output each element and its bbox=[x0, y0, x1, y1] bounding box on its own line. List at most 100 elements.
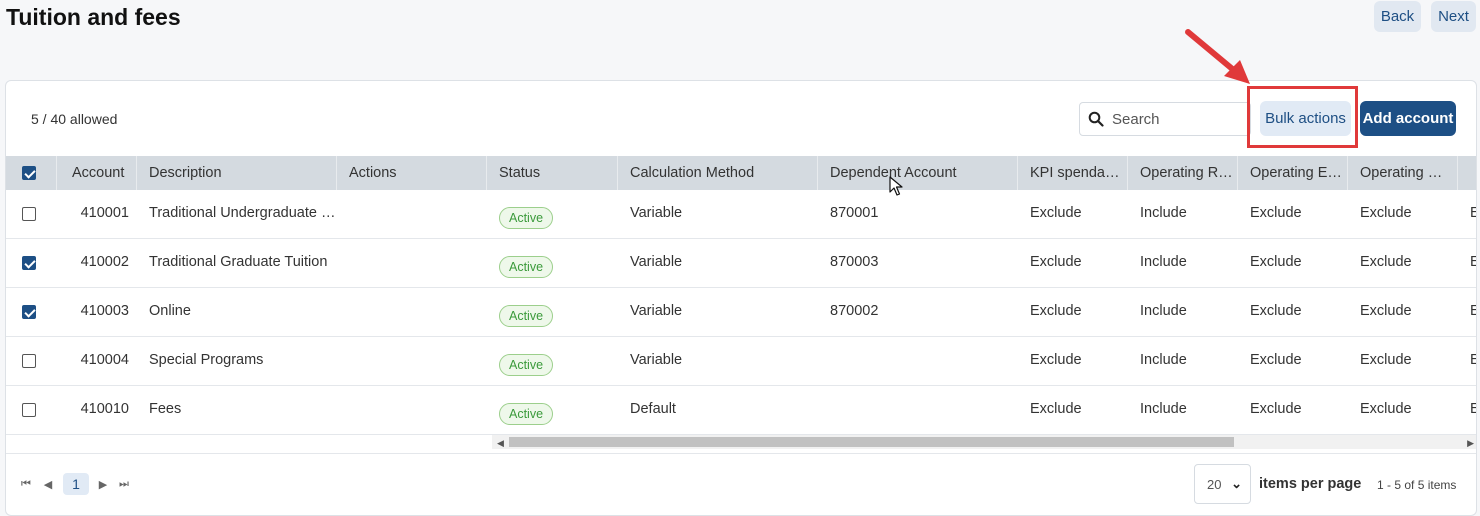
table-row[interactable]: 410002 Traditional Graduate Tuition Active… bbox=[6, 239, 1476, 288]
cell-operating-r: Include bbox=[1140, 254, 1187, 270]
row-checkbox[interactable] bbox=[6, 190, 57, 238]
column-header-operating-3[interactable]: Operating … bbox=[1348, 156, 1458, 190]
row-select-checkbox[interactable] bbox=[22, 403, 36, 417]
select-all-checkbox[interactable] bbox=[22, 166, 36, 180]
cell-operating-r: Include bbox=[1140, 205, 1187, 221]
cell-operating-3: Exclude bbox=[1360, 303, 1412, 319]
current-page-button[interactable]: 1 bbox=[63, 473, 89, 495]
search-icon bbox=[1088, 111, 1104, 127]
row-checkbox[interactable] bbox=[6, 386, 57, 434]
column-header-operating-e[interactable]: Operating E… bbox=[1238, 156, 1348, 190]
cell-actions bbox=[337, 288, 487, 336]
first-page-icon[interactable]: ⏮ bbox=[20, 473, 32, 495]
cell-calculation-method: Variable bbox=[630, 254, 683, 270]
scroll-left-icon[interactable]: ◀ bbox=[497, 438, 504, 449]
search-box[interactable] bbox=[1079, 102, 1251, 136]
cell-extra: E bbox=[1458, 337, 1476, 385]
cell-extra: E bbox=[1458, 239, 1476, 287]
add-account-button[interactable]: Add account bbox=[1360, 101, 1456, 136]
cell-account: 410010 bbox=[80, 401, 129, 417]
column-header-extra[interactable] bbox=[1458, 156, 1476, 190]
accounts-table: Account Description Actions Status Calcu… bbox=[6, 156, 1476, 435]
row-select-checkbox[interactable] bbox=[22, 207, 36, 221]
table-row[interactable]: 410001 Traditional Undergraduate … Active V… bbox=[6, 190, 1476, 239]
column-header-status[interactable]: Status bbox=[487, 156, 618, 190]
cell-description: Fees bbox=[149, 401, 182, 417]
cell-operating-r: Include bbox=[1140, 401, 1187, 417]
cell-kpi: Exclude bbox=[1030, 401, 1082, 417]
cell-calculation-method: Default bbox=[630, 401, 676, 417]
items-range-label: 1 - 5 of 5 items bbox=[1377, 478, 1457, 492]
cell-status: Active bbox=[487, 337, 618, 385]
page-size-select[interactable]: 20 ⌄ bbox=[1194, 464, 1251, 504]
cell-actions bbox=[337, 190, 487, 238]
scrollbar-thumb[interactable] bbox=[509, 437, 1234, 447]
row-select-checkbox[interactable] bbox=[22, 354, 36, 368]
status-badge: Active bbox=[499, 256, 554, 278]
cell-status: Active bbox=[487, 239, 618, 287]
cell-status: Active bbox=[487, 386, 618, 434]
column-header-account[interactable]: Account bbox=[57, 156, 137, 190]
cell-dependent-account: 870001 bbox=[830, 205, 879, 221]
row-select-checkbox[interactable] bbox=[22, 305, 36, 319]
column-header-kpi[interactable]: KPI spenda… bbox=[1018, 156, 1128, 190]
cell-actions bbox=[337, 239, 487, 287]
cell-kpi: Exclude bbox=[1030, 303, 1082, 319]
cell-account: 410004 bbox=[80, 352, 129, 368]
next-button[interactable]: Next bbox=[1431, 1, 1476, 32]
cell-account: 410002 bbox=[80, 254, 129, 270]
cell-operating-e: Exclude bbox=[1250, 303, 1302, 319]
column-header-description[interactable]: Description bbox=[137, 156, 337, 190]
column-header-actions[interactable]: Actions bbox=[337, 156, 487, 190]
mouse-cursor-icon bbox=[889, 176, 903, 196]
row-checkbox[interactable] bbox=[6, 337, 57, 385]
cell-operating-r: Include bbox=[1140, 303, 1187, 319]
cell-dependent-account: 870002 bbox=[830, 303, 879, 319]
row-checkbox[interactable] bbox=[6, 288, 57, 336]
items-per-page-label: items per page bbox=[1259, 476, 1362, 492]
cell-operating-r: Include bbox=[1140, 352, 1187, 368]
cell-calculation-method: Variable bbox=[630, 205, 683, 221]
cell-kpi: Exclude bbox=[1030, 352, 1082, 368]
cell-dependent-account bbox=[818, 337, 1018, 385]
cell-extra: E bbox=[1458, 190, 1476, 238]
back-button[interactable]: Back bbox=[1374, 1, 1421, 32]
accounts-card: 5 / 40 allowed Bulk actions Add account … bbox=[5, 80, 1477, 516]
cell-operating-3: Exclude bbox=[1360, 254, 1412, 270]
status-badge: Active bbox=[499, 354, 554, 376]
next-page-icon[interactable]: ▶ bbox=[97, 473, 109, 495]
cell-operating-3: Exclude bbox=[1360, 352, 1412, 368]
header-select-all[interactable] bbox=[6, 156, 57, 190]
status-badge: Active bbox=[499, 403, 554, 425]
cell-actions bbox=[337, 386, 487, 434]
cell-operating-3: Exclude bbox=[1360, 401, 1412, 417]
cell-account: 410001 bbox=[80, 205, 129, 221]
page-title: Tuition and fees bbox=[6, 4, 181, 30]
row-select-checkbox[interactable] bbox=[22, 256, 36, 270]
column-header-dependent-account[interactable]: Dependent Account bbox=[818, 156, 1018, 190]
row-checkbox[interactable] bbox=[6, 239, 57, 287]
cell-kpi: Exclude bbox=[1030, 205, 1082, 221]
table-row[interactable]: 410004 Special Programs Active Variable Excl… bbox=[6, 337, 1476, 386]
cell-description: Traditional Undergraduate … bbox=[149, 205, 336, 221]
cell-operating-e: Exclude bbox=[1250, 401, 1302, 417]
last-page-icon[interactable]: ⏭ bbox=[118, 473, 130, 495]
table-row[interactable]: 410010 Fees Active Default Exclude Include Exc… bbox=[6, 386, 1476, 435]
column-header-calculation-method[interactable]: Calculation Method bbox=[618, 156, 818, 190]
column-header-operating-r[interactable]: Operating R… bbox=[1128, 156, 1238, 190]
cell-extra: E bbox=[1458, 288, 1476, 336]
chevron-down-icon: ⌄ bbox=[1231, 476, 1242, 491]
cell-operating-e: Exclude bbox=[1250, 254, 1302, 270]
horizontal-scrollbar[interactable]: ◀ ▶ bbox=[492, 435, 1476, 449]
cell-status: Active bbox=[487, 288, 618, 336]
cell-dependent-account: 870003 bbox=[830, 254, 879, 270]
scroll-right-icon[interactable]: ▶ bbox=[1467, 438, 1474, 449]
cell-operating-e: Exclude bbox=[1250, 205, 1302, 221]
prev-page-icon[interactable]: ◀ bbox=[42, 473, 54, 495]
cell-account: 410003 bbox=[80, 303, 129, 319]
search-input[interactable] bbox=[1112, 110, 1242, 128]
cell-actions bbox=[337, 337, 487, 385]
cell-description: Special Programs bbox=[149, 352, 264, 368]
table-row[interactable]: 410003 Online Active Variable 870002 Exclude I… bbox=[6, 288, 1476, 337]
bulk-actions-button[interactable]: Bulk actions bbox=[1260, 101, 1351, 136]
